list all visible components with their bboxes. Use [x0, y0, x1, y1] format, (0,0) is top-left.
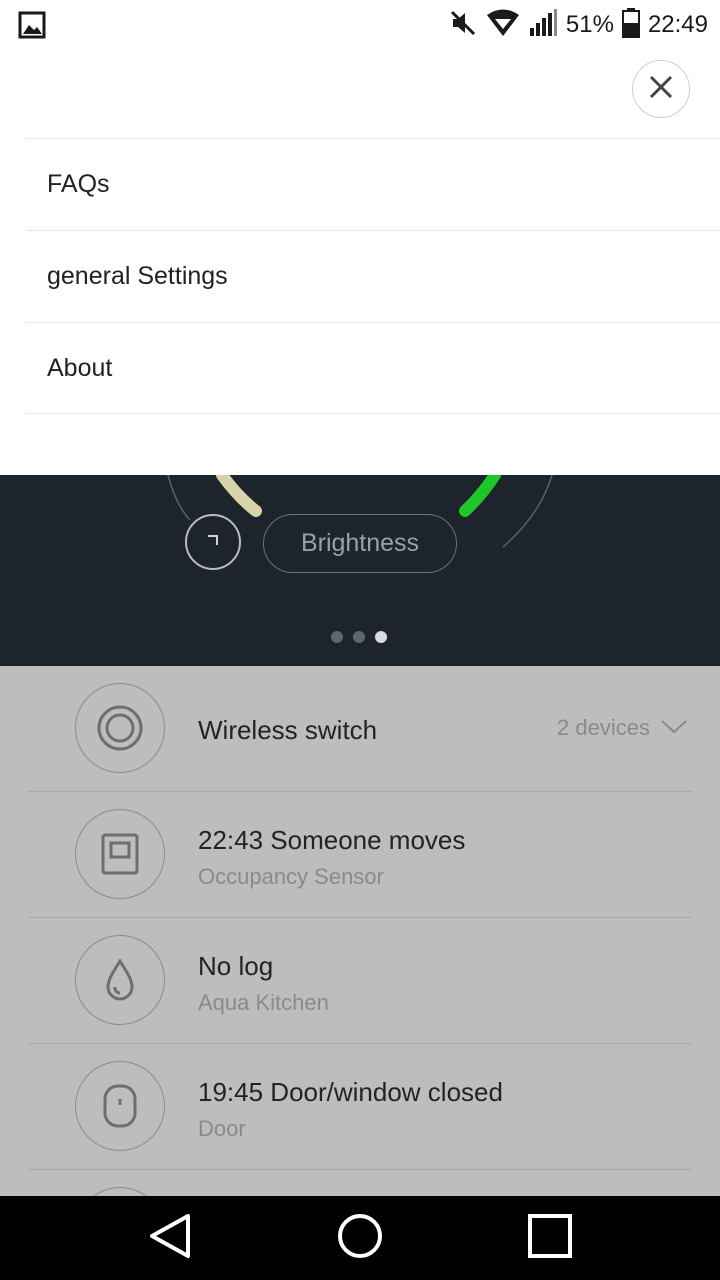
battery-percent: 51%	[565, 11, 614, 38]
close-button[interactable]	[632, 60, 690, 118]
page-dot	[353, 631, 365, 643]
back-button[interactable]	[110, 1196, 230, 1280]
device-list: Wireless switch 2 devices 22:43 Someone …	[0, 666, 720, 1196]
page-dot-active	[375, 631, 387, 643]
devices-count[interactable]: 2 devices	[557, 715, 688, 741]
device-subtitle: Occupancy Sensor	[198, 864, 384, 889]
page-dot	[331, 631, 343, 643]
list-item[interactable]: 19:45 Door/window closed Door	[28, 1044, 692, 1170]
side-menu-panel: FAQs general Settings About	[0, 50, 720, 475]
menu-list: FAQs general Settings About	[26, 138, 720, 414]
navigation-bar	[0, 1196, 720, 1280]
clock: 22:49	[647, 11, 708, 38]
wireless-switch-icon	[75, 683, 165, 773]
list-item[interactable]: No log Aqua Kitchen	[28, 918, 692, 1044]
page-indicator	[331, 631, 387, 643]
recents-button[interactable]	[490, 1196, 610, 1280]
device-title: No log	[198, 951, 274, 981]
door-sensor-icon	[75, 1061, 165, 1151]
menu-item-general-settings[interactable]: general Settings	[26, 230, 720, 322]
device-icon	[75, 1187, 165, 1196]
devices-count-label: 2 devices	[557, 715, 650, 740]
corner-icon	[205, 532, 221, 553]
brightness-button[interactable]: Brightness	[263, 514, 457, 573]
status-bar: 51% 22:49	[0, 0, 720, 50]
list-item[interactable]	[28, 1170, 692, 1196]
color-temperature-button[interactable]	[185, 514, 241, 570]
device-title: 22:43 Someone moves	[198, 825, 466, 855]
device-title: Wireless switch	[198, 715, 378, 745]
water-drop-icon	[75, 935, 165, 1025]
battery-icon	[621, 7, 640, 43]
mute-icon	[448, 8, 478, 43]
signal-icon	[528, 8, 558, 43]
device-title: 19:45 Door/window closed	[198, 1077, 503, 1107]
device-subtitle: Door	[198, 1116, 246, 1141]
menu-item-about[interactable]: About	[26, 322, 720, 414]
wifi-icon	[486, 8, 520, 43]
home-icon	[336, 1212, 384, 1265]
home-button[interactable]	[300, 1196, 420, 1280]
menu-item-faqs[interactable]: FAQs	[26, 138, 720, 230]
recents-icon	[527, 1213, 573, 1264]
gallery-icon	[18, 11, 46, 44]
back-icon	[148, 1212, 192, 1265]
device-subtitle: Aqua Kitchen	[198, 990, 329, 1015]
chevron-down-icon	[660, 715, 688, 741]
list-item[interactable]: 22:43 Someone moves Occupancy Sensor	[28, 792, 692, 918]
list-item[interactable]: Wireless switch 2 devices	[28, 666, 692, 792]
light-control-panel: Brightness	[0, 475, 720, 666]
close-icon	[649, 75, 673, 104]
occupancy-sensor-icon	[75, 809, 165, 899]
